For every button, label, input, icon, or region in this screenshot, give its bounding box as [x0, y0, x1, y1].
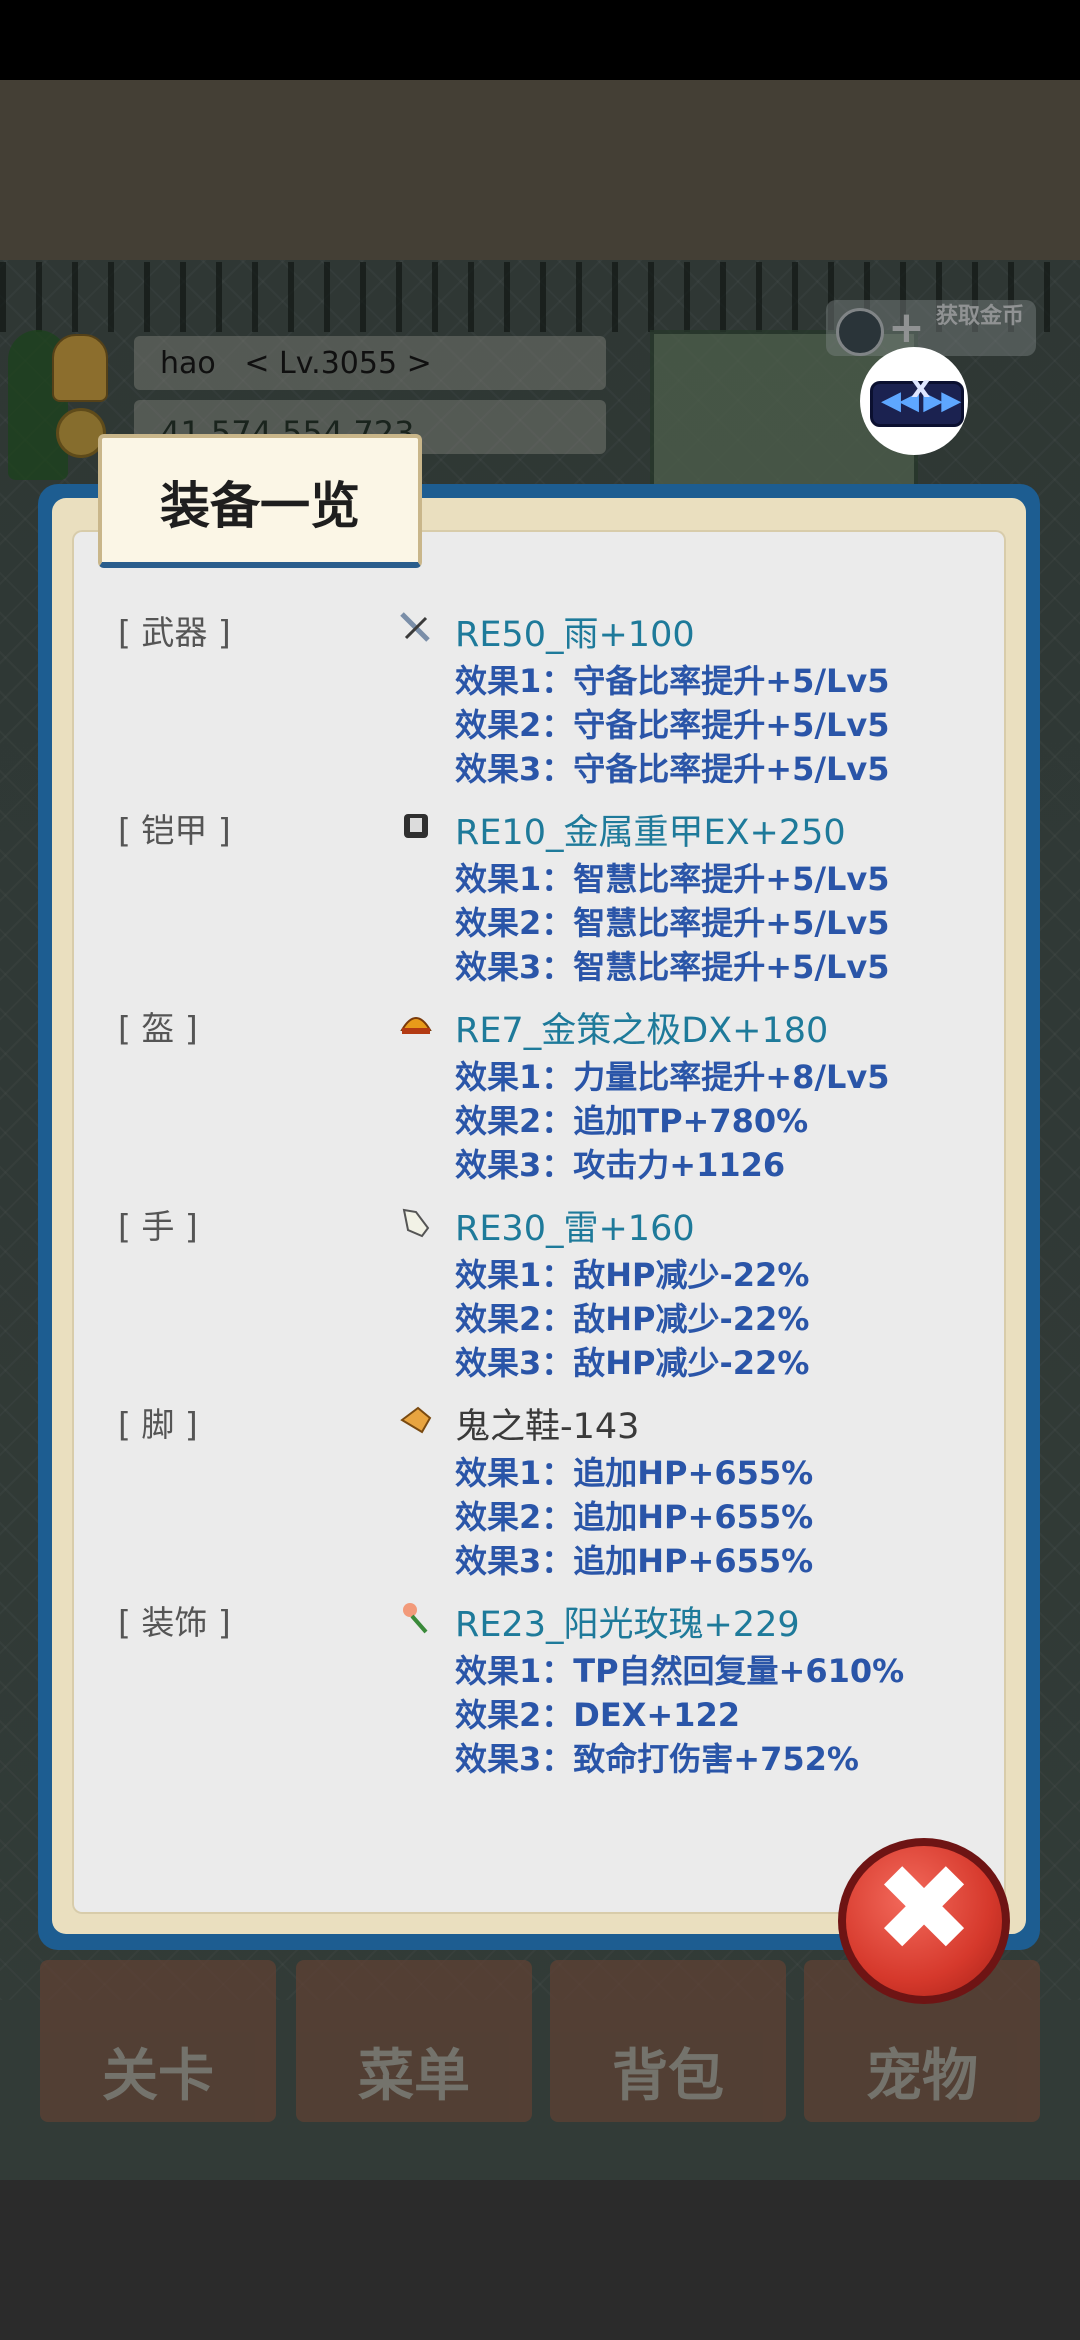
rose-icon	[403, 1603, 428, 1634]
helmet-icon	[400, 1017, 432, 1034]
slot-armor-label: [ 铠甲 ]	[118, 811, 231, 850]
weapon-effect-1: 效果1：守备比率提升+5/Lv5	[455, 662, 890, 700]
navigation-bar-area	[0, 2180, 1080, 2340]
glove-icon	[402, 1208, 430, 1238]
slot-accessory-label: [ 装饰 ]	[118, 1603, 231, 1642]
helmet-effect-3: 效果3：攻击力+1126	[455, 1146, 786, 1184]
weapon-effect-2: 效果2：守备比率提升+5/Lv5	[455, 706, 890, 744]
hand-effect-2: 效果2：敌HP减少-22%	[455, 1300, 810, 1338]
armor-effect-1: 效果1：智慧比率提升+5/Lv5	[455, 860, 890, 898]
sword-icon	[400, 612, 430, 642]
dialog-title-tab: 装备一览	[98, 434, 422, 568]
fast-forward-icon: ◀◀ ▶▶ x	[870, 370, 964, 427]
status-bar-area	[0, 0, 1080, 80]
hand-name: RE30_雷+160	[455, 1209, 695, 1249]
slot-helmet-label: [ 盔 ]	[118, 1009, 198, 1048]
accessory-effect-2: 效果2：DEX+122	[455, 1696, 740, 1734]
feet-name: 鬼之鞋-143	[455, 1407, 640, 1447]
feet-effect-1: 效果1：追加HP+655%	[455, 1454, 814, 1492]
hand-effect-3: 效果3：敌HP减少-22%	[455, 1344, 810, 1382]
close-icon: ✖	[873, 1840, 975, 1979]
feet-effect-2: 效果2：追加HP+655%	[455, 1498, 814, 1536]
accessory-name: RE23_阳光玫瑰+229	[455, 1605, 800, 1645]
boots-icon	[400, 1406, 432, 1434]
armor-name: RE10_金属重甲EX+250	[455, 813, 846, 853]
dialog-title: 装备一览	[160, 477, 360, 535]
helmet-effect-1: 效果1：力量比率提升+8/Lv5	[455, 1058, 890, 1096]
feet-effect-3: 效果3：追加HP+655%	[455, 1542, 814, 1580]
helmet-name: RE7_金策之极DX+180	[455, 1011, 829, 1051]
weapon-name: RE50_雨+100	[455, 615, 695, 655]
speed-toggle-button[interactable]: ◀◀ ▶▶ x	[860, 347, 968, 455]
helmet-effect-2: 效果2：追加TP+780%	[455, 1102, 809, 1140]
armor-effect-2: 效果2：智慧比率提升+5/Lv5	[455, 904, 890, 942]
slot-feet-label: [ 脚 ]	[118, 1405, 198, 1444]
accessory-effect-3: 效果3：致命打伤害+752%	[455, 1740, 859, 1778]
slot-weapon-label: [ 武器 ]	[118, 613, 231, 652]
armor-effect-3: 效果3：智慧比率提升+5/Lv5	[455, 948, 890, 986]
hand-effect-1: 效果1：敌HP减少-22%	[455, 1256, 810, 1294]
accessory-effect-1: 效果1：TP自然回复量+610%	[455, 1652, 905, 1690]
close-button[interactable]: ✖	[838, 1838, 1010, 2004]
armor-icon	[404, 814, 428, 838]
weapon-effect-3: 效果3：守备比率提升+5/Lv5	[455, 750, 890, 788]
slot-hand-label: [ 手 ]	[118, 1207, 198, 1246]
